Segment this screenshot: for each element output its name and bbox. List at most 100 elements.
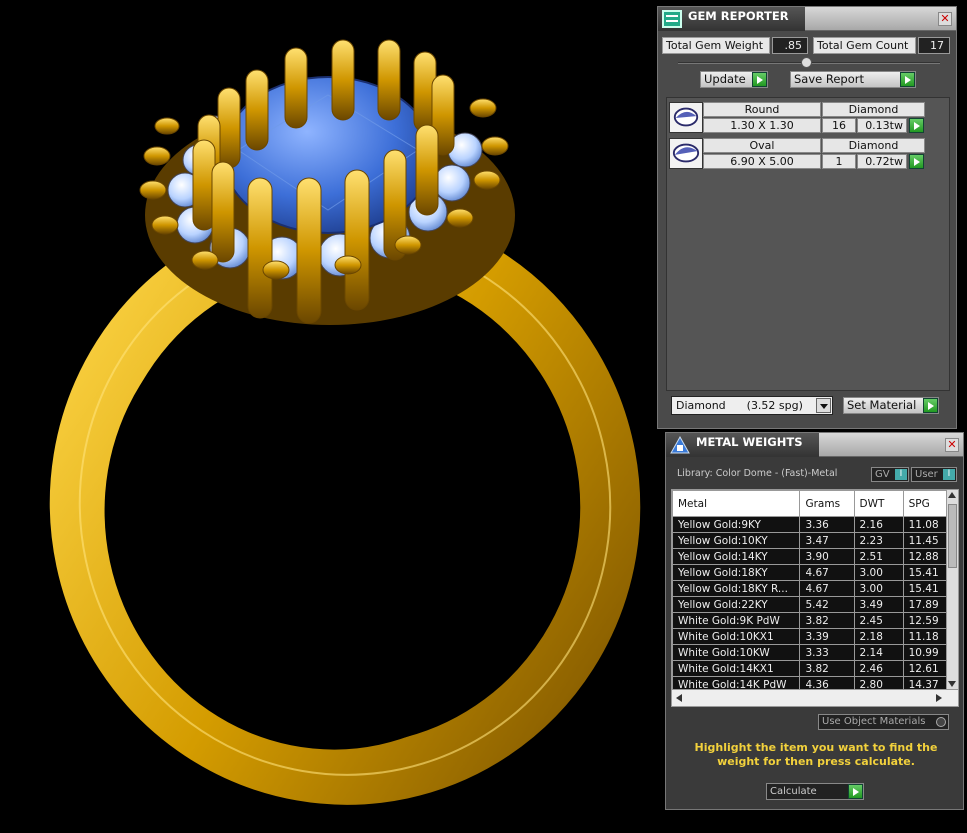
total-gem-weight-label: Total Gem Weight bbox=[662, 37, 770, 54]
gem-row[interactable]: Round Diamond 1.30 X 1.30 16 0.13tw bbox=[667, 100, 925, 134]
calculate-button[interactable]: Calculate bbox=[766, 783, 864, 800]
gem-material: Diamond bbox=[822, 102, 925, 117]
calculate-label: Calculate bbox=[770, 786, 817, 797]
dwt-cell: 2.51 bbox=[853, 548, 904, 565]
material-select-value: Diamond (3.52 spg) bbox=[676, 399, 803, 412]
metal-cell: Yellow Gold:10KY bbox=[672, 532, 801, 549]
grams-cell: 4.36 bbox=[799, 676, 855, 690]
material-select[interactable]: Diamond (3.52 spg) bbox=[671, 396, 833, 415]
dwt-cell: 2.45 bbox=[853, 612, 904, 629]
table-row[interactable]: White Gold:10KX1 3.39 2.18 11.18 bbox=[672, 628, 947, 645]
table-row[interactable]: Yellow Gold:9KY 3.36 2.16 11.08 bbox=[672, 516, 947, 533]
column-header-metal[interactable]: Metal bbox=[672, 490, 801, 517]
save-report-button[interactable]: Save Report bbox=[790, 71, 916, 88]
update-button[interactable]: Update bbox=[700, 71, 768, 88]
scroll-right-icon[interactable] bbox=[936, 694, 942, 702]
gem-reporter-title: GEM REPORTER bbox=[688, 9, 789, 23]
spg-cell: 11.45 bbox=[902, 532, 947, 549]
table-row[interactable]: White Gold:9K PdW 3.82 2.45 12.59 bbox=[672, 612, 947, 629]
spg-cell: 12.59 bbox=[902, 612, 947, 629]
dwt-cell: 3.00 bbox=[853, 564, 904, 581]
gem-size: 6.90 X 5.00 bbox=[703, 154, 821, 169]
metal-cell: White Gold:10KW bbox=[672, 644, 801, 661]
spg-cell: 12.88 bbox=[902, 548, 947, 565]
gem-shape: Oval bbox=[703, 138, 821, 153]
use-object-materials-label: Use Object Materials bbox=[822, 716, 926, 727]
toggle-icon: I bbox=[895, 469, 907, 480]
table-row[interactable]: Yellow Gold:14KY 3.90 2.51 12.88 bbox=[672, 548, 947, 565]
gem-list[interactable]: Round Diamond 1.30 X 1.30 16 0.13tw Oval… bbox=[666, 97, 950, 391]
grams-cell: 3.82 bbox=[799, 660, 855, 677]
gem-reporter-panel: GEM REPORTER ✕ Total Gem Weight .85 Tota… bbox=[657, 6, 957, 429]
spg-cell: 15.41 bbox=[902, 580, 947, 597]
user-label: User bbox=[915, 469, 938, 480]
set-material-go-icon[interactable] bbox=[923, 398, 938, 413]
grams-cell: 4.67 bbox=[799, 580, 855, 597]
total-gem-count-label: Total Gem Count bbox=[813, 37, 916, 54]
save-report-go-icon[interactable] bbox=[900, 72, 915, 87]
round-gem-icon bbox=[669, 102, 703, 133]
metal-cell: White Gold:14KX1 bbox=[672, 660, 801, 677]
spg-cell: 10.99 bbox=[902, 644, 947, 661]
library-label: Library: Color Dome - (Fast)-Metal bbox=[677, 468, 838, 479]
close-icon[interactable]: ✕ bbox=[938, 12, 952, 26]
column-header-grams[interactable]: Grams bbox=[799, 490, 855, 517]
metal-cell: Yellow Gold:18KY bbox=[672, 564, 801, 581]
radio-icon bbox=[936, 717, 946, 727]
calculate-go-icon[interactable] bbox=[848, 784, 863, 799]
table-row[interactable]: Yellow Gold:10KY 3.47 2.23 11.45 bbox=[672, 532, 947, 549]
spg-cell: 14.37 bbox=[902, 676, 947, 690]
set-material-button[interactable]: Set Material bbox=[843, 397, 939, 414]
gem-select-icon[interactable] bbox=[909, 154, 924, 169]
grams-cell: 5.42 bbox=[799, 596, 855, 613]
gv-label: GV bbox=[875, 469, 890, 480]
table-row[interactable]: White Gold:14K PdW 4.36 2.80 14.37 bbox=[672, 676, 947, 690]
table-row[interactable]: White Gold:10KW 3.33 2.14 10.99 bbox=[672, 644, 947, 661]
total-gem-weight-value: .85 bbox=[772, 37, 808, 54]
scroll-up-icon[interactable] bbox=[948, 492, 956, 498]
dwt-cell: 3.00 bbox=[853, 580, 904, 597]
column-header-spg[interactable]: SPG bbox=[902, 490, 947, 517]
splitter-knob-icon[interactable] bbox=[801, 57, 812, 68]
column-header-dwt[interactable]: DWT bbox=[853, 490, 904, 517]
use-object-materials-toggle[interactable]: Use Object Materials bbox=[818, 714, 949, 730]
gem-select-icon[interactable] bbox=[909, 118, 924, 133]
gem-weight: 0.13tw bbox=[857, 118, 907, 133]
metal-weights-titlebar[interactable]: METAL WEIGHTS ✕ bbox=[666, 433, 963, 457]
gv-toggle[interactable]: GV I bbox=[871, 467, 909, 482]
update-go-icon[interactable] bbox=[752, 72, 767, 87]
metal-cell: Yellow Gold:18KY R... bbox=[672, 580, 801, 597]
metal-cell: White Gold:9K PdW bbox=[672, 612, 801, 629]
metal-cell: White Gold:14K PdW bbox=[672, 676, 801, 690]
scroll-down-icon[interactable] bbox=[948, 681, 956, 687]
metal-weights-title: METAL WEIGHTS bbox=[696, 435, 803, 449]
metal-cell: Yellow Gold:22KY bbox=[672, 596, 801, 613]
table-header-row: Metal Grams DWT SPG bbox=[672, 490, 947, 517]
scroll-left-icon[interactable] bbox=[676, 694, 682, 702]
grams-cell: 3.47 bbox=[799, 532, 855, 549]
splitter-handle[interactable] bbox=[678, 57, 940, 68]
vertical-scrollbar[interactable] bbox=[946, 490, 958, 690]
gem-reporter-icon bbox=[662, 10, 682, 28]
close-icon[interactable]: ✕ bbox=[945, 438, 959, 452]
table-row[interactable]: Yellow Gold:18KY R... 4.67 3.00 15.41 bbox=[672, 580, 947, 597]
metal-table[interactable]: Metal Grams DWT SPG Yellow Gold:9KY 3.36 2… bbox=[672, 490, 947, 690]
metal-table-frame[interactable]: Metal Grams DWT SPG Yellow Gold:9KY 3.36 2… bbox=[671, 489, 959, 707]
gem-row[interactable]: Oval Diamond 6.90 X 5.00 1 0.72tw bbox=[667, 136, 925, 170]
scroll-thumb[interactable] bbox=[948, 504, 957, 568]
dwt-cell: 3.49 bbox=[853, 596, 904, 613]
table-row[interactable]: White Gold:14KX1 3.82 2.46 12.61 bbox=[672, 660, 947, 677]
grams-cell: 3.39 bbox=[799, 628, 855, 645]
chevron-down-icon[interactable] bbox=[816, 398, 831, 413]
metal-cell: Yellow Gold:14KY bbox=[672, 548, 801, 565]
grams-cell: 3.82 bbox=[799, 612, 855, 629]
table-row[interactable]: Yellow Gold:18KY 4.67 3.00 15.41 bbox=[672, 564, 947, 581]
table-row[interactable]: Yellow Gold:22KY 5.42 3.49 17.89 bbox=[672, 596, 947, 613]
horizontal-scrollbar[interactable] bbox=[672, 689, 958, 706]
grams-cell: 3.33 bbox=[799, 644, 855, 661]
dwt-cell: 2.80 bbox=[853, 676, 904, 690]
gem-shape: Round bbox=[703, 102, 821, 117]
gem-count: 1 bbox=[822, 154, 856, 169]
user-toggle[interactable]: User I bbox=[911, 467, 957, 482]
gem-reporter-titlebar[interactable]: GEM REPORTER ✕ bbox=[658, 7, 956, 31]
